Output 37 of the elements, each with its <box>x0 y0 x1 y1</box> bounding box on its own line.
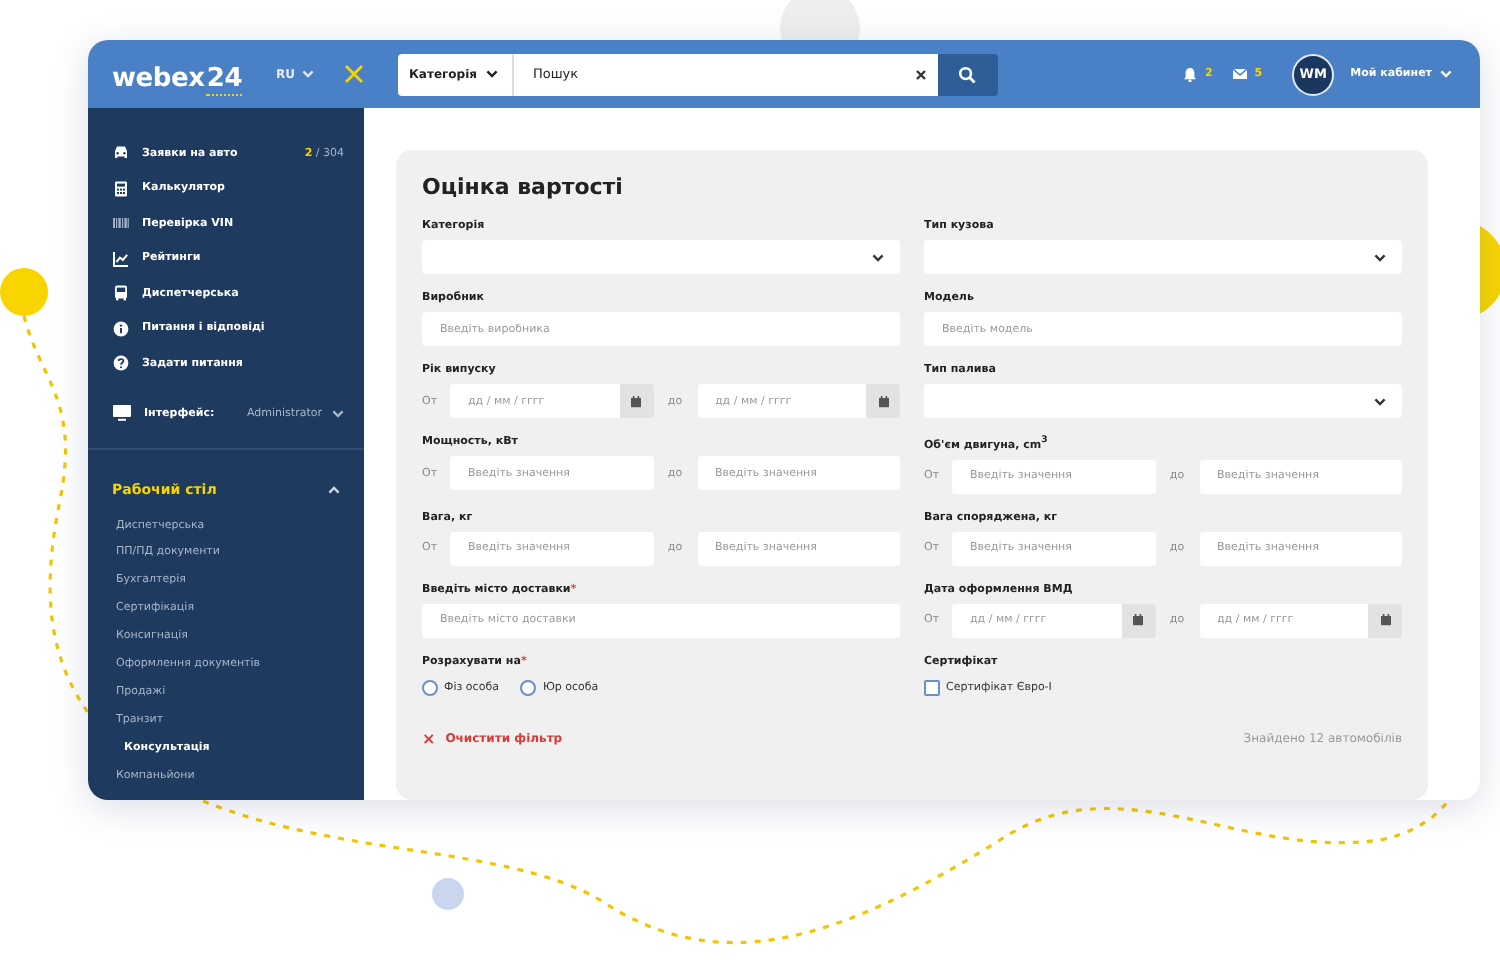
chevron-icon <box>301 70 313 78</box>
chevron-icon <box>332 409 344 417</box>
calendar-icon <box>630 395 642 407</box>
calendar-button[interactable] <box>1368 603 1402 638</box>
barcode-icon <box>112 214 130 233</box>
circle-decoration <box>432 878 464 910</box>
select-field[interactable] <box>422 240 900 274</box>
circle-decoration <box>0 268 48 316</box>
chart-icon <box>112 249 130 268</box>
chevron-icon <box>1440 70 1452 78</box>
close-icon <box>916 69 926 79</box>
chevron-icon <box>1374 397 1386 405</box>
close-icon[interactable] <box>343 64 363 84</box>
bus-icon <box>112 284 130 303</box>
select-field[interactable] <box>924 240 1402 274</box>
search-button[interactable] <box>937 53 997 95</box>
calendar-button[interactable] <box>619 384 653 418</box>
question-icon <box>112 354 130 373</box>
calendar-icon <box>1379 614 1391 627</box>
info-icon <box>112 319 130 338</box>
car-icon <box>112 144 130 163</box>
clear-button[interactable] <box>905 53 937 95</box>
form-title: Оцінка вартості <box>422 174 625 200</box>
calendar-button[interactable] <box>1121 603 1155 638</box>
monitor-icon <box>112 404 132 422</box>
calculator-icon <box>112 179 130 198</box>
bell-icon <box>1182 66 1199 82</box>
select-field[interactable] <box>924 384 1402 418</box>
calendar-icon <box>877 395 889 407</box>
search-icon <box>958 65 976 83</box>
chevron-icon <box>1374 253 1386 261</box>
envelope-icon <box>1232 66 1249 82</box>
logo[interactable]: webex24 <box>112 63 243 93</box>
calendar-icon <box>1132 614 1144 627</box>
calendar-button[interactable] <box>866 384 900 418</box>
chevron-icon <box>872 253 884 261</box>
chevron-icon <box>486 70 499 78</box>
